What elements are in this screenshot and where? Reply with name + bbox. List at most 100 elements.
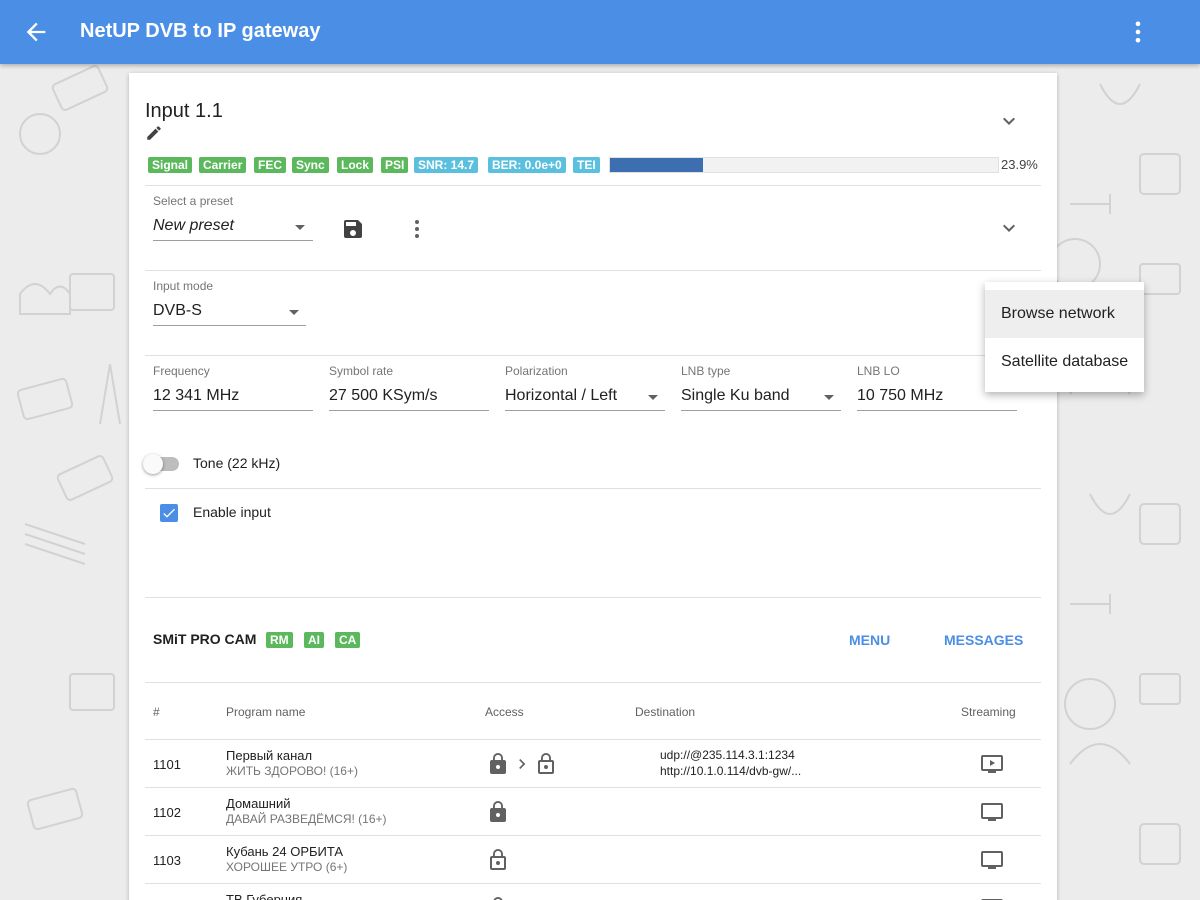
lock-icon <box>493 897 503 900</box>
lnb-lo-underline <box>857 410 1017 411</box>
lnb-type-label: LNB type <box>681 364 731 378</box>
program-event: ДАВАЙ РАЗВЕДЁМСЯ! (16+) <box>226 812 387 826</box>
cam-ai-badge: AI <box>304 632 324 648</box>
input-mode-dropdown-icon[interactable] <box>289 310 299 315</box>
menu-item-browse-network[interactable]: Browse network <box>985 290 1144 338</box>
cam-messages-button[interactable]: MESSAGES <box>944 632 1023 648</box>
lock-badge: Lock <box>337 157 374 173</box>
chevron-down-icon[interactable] <box>997 216 1021 240</box>
tone-label: Tone (22 kHz) <box>193 455 281 471</box>
col-header-access[interactable]: Access <box>485 705 524 719</box>
input-mode-select[interactable]: DVB-S <box>153 302 202 320</box>
preset-label: Select a preset <box>153 194 234 208</box>
cam-menu-button[interactable]: MENU <box>849 632 890 648</box>
preset-options-menu: Browse network Satellite database <box>985 282 1144 392</box>
preset-underline <box>153 240 313 241</box>
signal-level-text: 23.9% <box>1001 157 1038 172</box>
divider <box>145 739 1041 740</box>
row-number: 1101 <box>153 757 181 772</box>
col-header-destination[interactable]: Destination <box>635 705 695 719</box>
monitor-icon[interactable] <box>980 848 1004 872</box>
polarization-underline <box>505 410 665 411</box>
divider <box>145 787 1041 788</box>
lnb-lo-label: LNB LO <box>857 364 900 378</box>
frequency-label: Frequency <box>153 364 210 378</box>
tei-badge: TEI <box>573 157 600 173</box>
col-header-program[interactable]: Program name <box>226 705 305 719</box>
frequency-underline <box>153 410 313 411</box>
enable-input-label: Enable input <box>193 504 271 520</box>
divider <box>145 270 1041 271</box>
lock-icon <box>490 753 506 774</box>
input-card: Input 1.1 Signal Carrier FEC Sync Lock P… <box>129 73 1057 900</box>
arrow-back-icon[interactable] <box>22 18 50 46</box>
lnb-type-dropdown-icon[interactable] <box>824 395 834 400</box>
psi-badge: PSI <box>381 157 409 173</box>
row-number: 1103 <box>153 853 181 868</box>
program-name: Первый канал <box>226 748 313 763</box>
lnb-type-select[interactable]: Single Ku band <box>681 387 790 405</box>
divider <box>145 682 1041 683</box>
input-mode-underline <box>153 325 306 326</box>
menu-item-satellite-database[interactable]: Satellite database <box>985 338 1144 386</box>
play-monitor-icon[interactable] <box>980 752 1004 776</box>
unlock-icon <box>538 753 554 774</box>
col-header-streaming[interactable]: Streaming <box>961 705 1016 719</box>
tone-toggle[interactable] <box>143 454 179 474</box>
lnb-type-underline <box>681 410 841 411</box>
program-event: ХОРОШЕЕ УТРО (6+) <box>226 860 348 874</box>
monitor-icon[interactable] <box>980 896 1004 900</box>
divider <box>145 185 1041 186</box>
pencil-icon[interactable] <box>145 124 163 142</box>
snr-badge: SNR: 14.7 <box>414 157 479 173</box>
chevron-down-icon[interactable] <box>997 109 1021 133</box>
program-event: ЖИТЬ ЗДОРОВО! (16+) <box>226 764 358 778</box>
polarization-dropdown-icon[interactable] <box>648 395 658 400</box>
divider <box>145 835 1041 836</box>
enable-input-checkbox[interactable] <box>160 504 178 522</box>
cam-ca-badge: CA <box>335 632 361 648</box>
save-icon[interactable] <box>341 217 365 241</box>
cam-name: SMiT PRO CAM <box>153 631 257 647</box>
divider <box>145 883 1041 884</box>
lock-icon <box>490 801 506 822</box>
program-name: ТВ Губерния <box>226 892 303 900</box>
toggle-knob <box>143 454 163 474</box>
monitor-icon[interactable] <box>980 800 1004 824</box>
more-vert-icon[interactable] <box>1124 18 1152 46</box>
app-bar: NetUP DVB to IP gateway <box>0 0 1200 64</box>
program-name: Кубань 24 ОРБИТА <box>226 844 344 859</box>
signal-level-fill <box>610 158 703 172</box>
divider <box>145 597 1041 598</box>
unlock-icon <box>490 849 506 870</box>
app-title: NetUP DVB to IP gateway <box>80 20 321 42</box>
program-name: Домашний <box>226 796 291 811</box>
preset-dropdown-icon[interactable] <box>295 225 305 230</box>
cam-rm-badge: RM <box>266 632 293 648</box>
lnb-lo-field[interactable]: 10 750 MHz <box>857 387 943 405</box>
polarization-select[interactable]: Horizontal / Left <box>505 387 617 405</box>
input-title: Input 1.1 <box>145 100 223 122</box>
sync-badge: Sync <box>292 157 329 173</box>
input-mode-label: Input mode <box>153 279 214 293</box>
carrier-badge: Carrier <box>199 157 247 173</box>
destination-udp: udp://@235.114.3.1:1234 <box>660 748 795 762</box>
symbol-rate-underline <box>329 410 489 411</box>
symbol-rate-field[interactable]: 27 500 KSym/s <box>329 387 438 405</box>
signal-badge: Signal <box>148 157 193 173</box>
destination-http: http://10.1.0.114/dvb-gw/... <box>660 764 802 778</box>
row-number: 1102 <box>153 805 181 820</box>
divider <box>145 488 1041 489</box>
divider <box>145 355 1041 356</box>
fec-badge: FEC <box>254 157 286 173</box>
more-vert-icon[interactable] <box>405 217 429 241</box>
frequency-field[interactable]: 12 341 MHz <box>153 387 239 405</box>
polarization-label: Polarization <box>505 364 568 378</box>
signal-level-bar <box>609 157 999 173</box>
col-header-num: # <box>153 705 160 719</box>
chevron-right-icon <box>519 759 526 769</box>
check-icon <box>163 508 175 518</box>
ber-badge: BER: 0.0e+0 <box>488 157 566 173</box>
preset-select[interactable]: New preset <box>153 217 234 235</box>
symbol-rate-label: Symbol rate <box>329 364 394 378</box>
